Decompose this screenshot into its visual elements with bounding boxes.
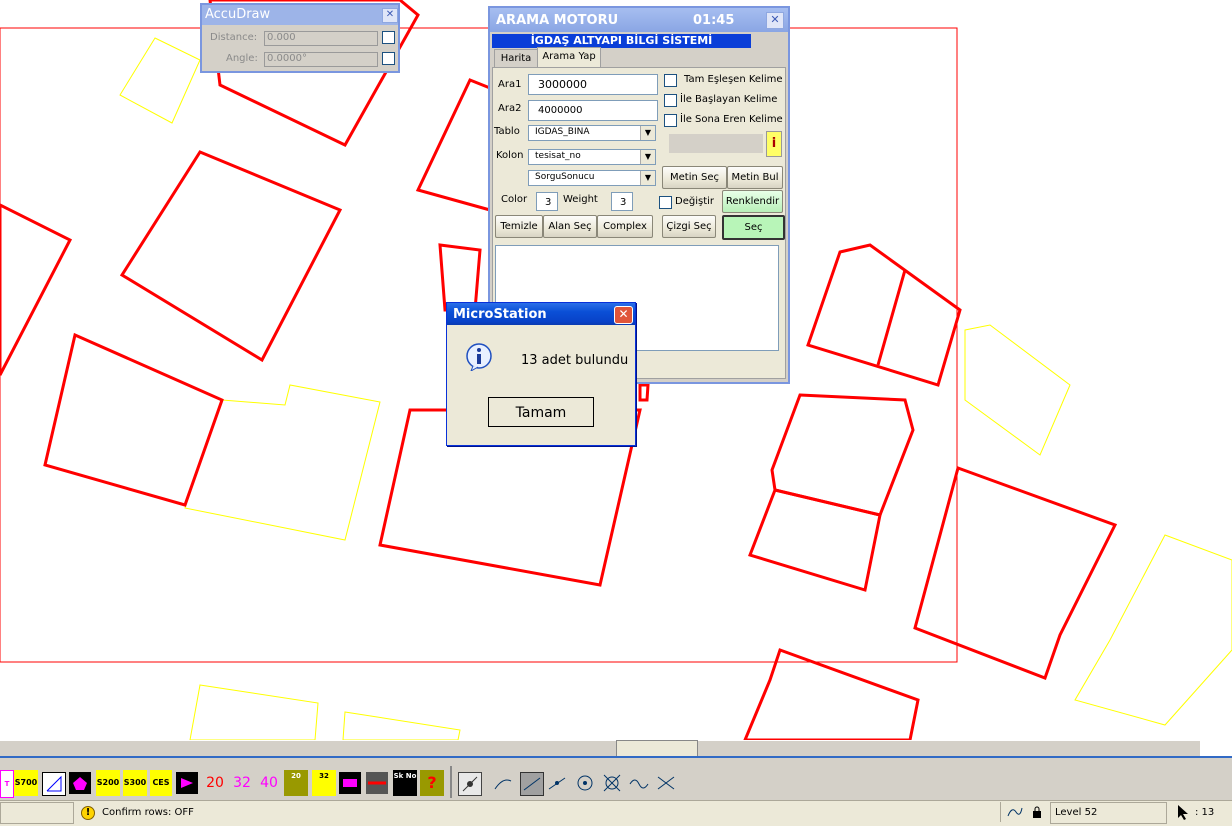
toolbar-item-20[interactable]: 20 — [203, 770, 227, 796]
toolbar-item-20b[interactable]: 20 — [284, 770, 308, 796]
toolbar-item-s200[interactable]: S200 — [96, 770, 120, 796]
tam-eslesen-checkbox[interactable] — [664, 74, 677, 87]
pointer-icon — [1177, 804, 1189, 820]
ara1-value: 3000000 — [538, 78, 587, 91]
tentative-snap-icon[interactable] — [458, 772, 482, 796]
accudraw-close-button[interactable]: ✕ — [382, 8, 398, 23]
snap-keypoint-icon[interactable] — [520, 772, 544, 796]
weight-value: 3 — [620, 197, 627, 208]
toolbar-item-help[interactable]: ? — [420, 770, 444, 796]
arrow-right-icon[interactable] — [176, 772, 198, 794]
snap-origin-icon[interactable] — [601, 772, 623, 794]
tam-eslesen-label: Tam Eşleşen Kelime — [684, 74, 783, 85]
metin-sec-button[interactable]: Metin Seç — [662, 166, 727, 189]
toolbar-item-32b[interactable]: 32 — [312, 770, 336, 796]
scrollbar-thumb[interactable] — [616, 740, 698, 757]
arama-title: ARAMA MOTORU — [496, 13, 619, 28]
distance-value: 0.000 — [267, 32, 296, 43]
renklendir-button[interactable]: Renklendir — [722, 190, 783, 213]
lock-icon[interactable] — [1032, 806, 1042, 818]
tamam-button[interactable]: Tamam — [488, 397, 594, 427]
warning-icon: ! — [81, 806, 95, 820]
arama-close-button[interactable]: ✕ — [766, 12, 784, 29]
ara2-label: Ara2 — [498, 103, 522, 114]
ile-sona-eren-checkbox[interactable] — [664, 114, 677, 127]
status-message: Confirm rows: OFF — [102, 807, 194, 818]
dialog-message: 13 adet bulundu — [521, 353, 629, 368]
toolbar-item-32[interactable]: 32 — [230, 770, 254, 796]
scrollbar-track-right — [1200, 740, 1232, 756]
snap-bisector-icon[interactable] — [628, 772, 650, 794]
locks-icon[interactable] — [1006, 804, 1024, 820]
kolon-select[interactable]: tesisat_no ▼ — [528, 149, 656, 165]
arama-banner: İGDAŞ ALTYAPI BİLGİ SİSTEMİ — [492, 34, 751, 48]
snap-nearest-icon[interactable] — [492, 772, 514, 794]
sorgu-select[interactable]: SorguSonucu ▼ — [528, 170, 656, 186]
weight-label: Weight — [563, 194, 598, 205]
color-label: Color — [501, 194, 528, 205]
angle-label: Angle: — [226, 53, 258, 64]
tablo-select[interactable]: IGDAS_BINA ▼ — [528, 125, 656, 141]
distance-label: Distance: — [210, 32, 258, 43]
toolbar-item-s300[interactable]: S300 — [123, 770, 147, 796]
info-icon — [465, 343, 493, 373]
ile-baslayan-label: İle Başlayan Kelime — [680, 94, 778, 105]
active-level[interactable]: Level 52 — [1055, 807, 1097, 818]
toolbar-separator — [450, 766, 452, 798]
toolbar-item-s700[interactable]: S700 — [14, 770, 38, 796]
angle-icon[interactable] — [42, 772, 66, 796]
sorgu-value: SorguSonucu — [535, 172, 595, 182]
tab-arama-yap[interactable]: Arama Yap — [537, 47, 601, 68]
info-button[interactable]: i — [766, 131, 782, 157]
toolbar-item-40[interactable]: 40 — [257, 770, 281, 796]
tablo-value: IGDAS_BINA — [535, 127, 590, 137]
cizgi-sec-button[interactable]: Çizgi Seç — [662, 215, 716, 238]
accudraw-window: AccuDraw ✕ Distance: 0.000 Angle: 0.0000… — [200, 3, 400, 73]
accudraw-title: AccuDraw — [205, 7, 271, 22]
chevron-down-icon: ▼ — [640, 126, 655, 140]
temizle-button[interactable]: Temizle — [495, 215, 543, 238]
ara2-value: 4000000 — [538, 105, 583, 116]
line-bar-icon[interactable] — [366, 772, 388, 794]
dialog-title: MicroStation — [453, 307, 547, 322]
degistir-label: Değiştir — [675, 196, 714, 207]
kolon-label: Kolon — [496, 150, 524, 161]
ara1-label: Ara1 — [498, 79, 522, 90]
dialog-titlebar[interactable]: MicroStation ✕ — [447, 303, 635, 325]
chevron-down-icon: ▼ — [640, 171, 655, 185]
arama-time: 01:45 — [693, 13, 735, 28]
degistir-checkbox[interactable] — [659, 196, 672, 209]
snap-midpoint-icon[interactable] — [546, 772, 568, 794]
pentagon-icon[interactable] — [69, 772, 91, 794]
rectangle-icon[interactable] — [339, 772, 361, 794]
ile-sona-eren-label: İle Sona Eren Kelime — [680, 114, 783, 125]
angle-value: 0.0000° — [267, 53, 307, 64]
complex-button[interactable]: Complex — [597, 215, 653, 238]
distance-lock-checkbox[interactable] — [382, 31, 395, 44]
color-value: 3 — [545, 197, 552, 208]
snap-center-icon[interactable] — [574, 772, 596, 794]
status-divider — [1000, 802, 1001, 822]
snap-intersection-icon[interactable] — [655, 772, 677, 794]
toolbar-item-first-icon[interactable]: T — [0, 770, 14, 798]
toolbar-item-skno[interactable]: Sk No — [393, 770, 417, 796]
toolbar-item-ces[interactable]: CES — [150, 770, 172, 796]
selection-count: : 13 — [1195, 807, 1215, 818]
tab-harita[interactable]: Harita — [494, 49, 538, 68]
dialog-close-button[interactable]: ✕ — [614, 306, 633, 324]
chevron-down-icon: ▼ — [640, 150, 655, 164]
info-status-field — [669, 134, 763, 153]
alan-sec-button[interactable]: Alan Seç — [543, 215, 597, 238]
ile-baslayan-checkbox[interactable] — [664, 94, 677, 107]
tablo-label: Tablo — [494, 126, 520, 137]
microstation-dialog: MicroStation ✕ 13 adet bulundu Tamam — [446, 302, 636, 446]
angle-lock-checkbox[interactable] — [382, 52, 395, 65]
metin-bul-button[interactable]: Metin Bul — [727, 166, 783, 189]
kolon-value: tesisat_no — [535, 151, 581, 161]
sec-button[interactable]: Seç — [722, 215, 785, 240]
status-cell-left — [0, 802, 74, 824]
